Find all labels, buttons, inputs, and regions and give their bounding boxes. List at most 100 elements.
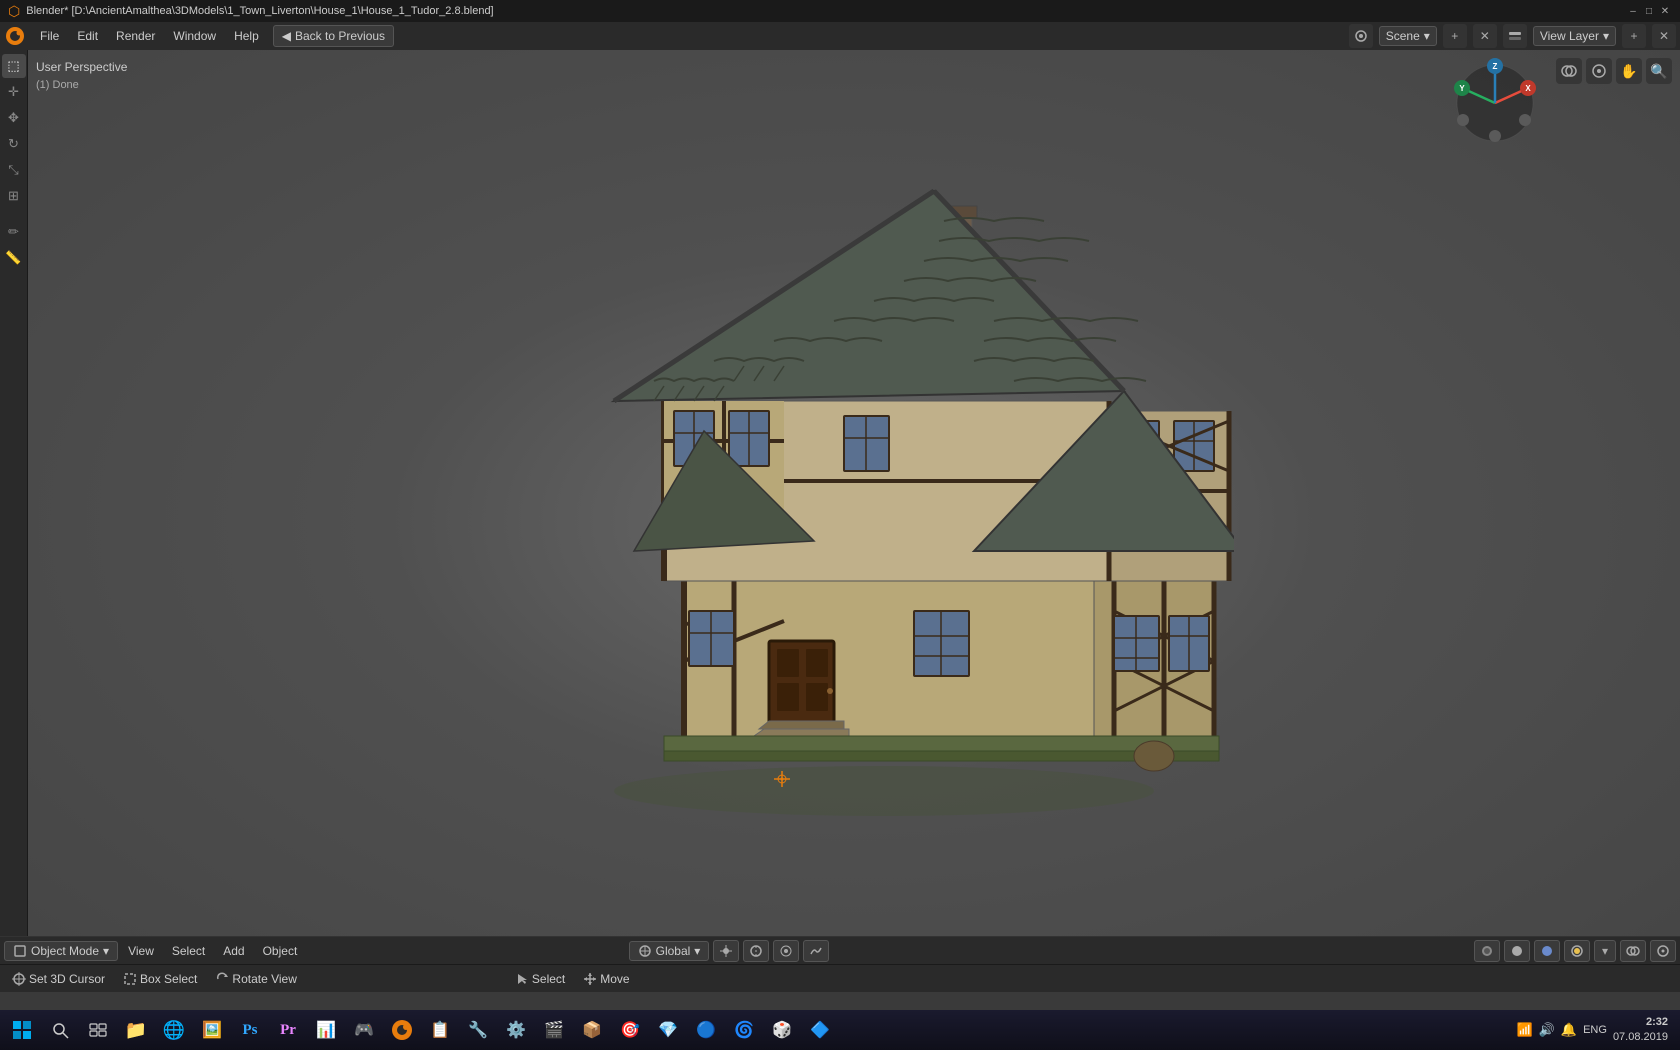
material-mode-btn[interactable] (1534, 940, 1560, 962)
move-tool-label: Move (600, 972, 629, 986)
taskbar-steam[interactable]: 🎮 (346, 1012, 382, 1048)
network-icon[interactable]: 📶 (1517, 1022, 1533, 1038)
solid-mode-btn[interactable] (1504, 940, 1530, 962)
viewport-shading-options[interactable]: ▾ (1594, 940, 1616, 962)
view-layer-remove-btn[interactable]: ✕ (1652, 24, 1676, 48)
windows-start-btn[interactable] (4, 1012, 40, 1048)
volume-icon[interactable]: 🔊 (1539, 1022, 1555, 1038)
taskbar-app9[interactable]: 📦 (574, 1012, 610, 1048)
back-to-previous-label: Back to Previous (295, 29, 385, 43)
taskbar-app3[interactable]: 📊 (308, 1012, 344, 1048)
render-preview-btn[interactable] (1474, 940, 1500, 962)
view-layer-selector[interactable]: View Layer ▾ (1533, 26, 1616, 46)
taskbar-app12[interactable]: 🔵 (688, 1012, 724, 1048)
taskbar-app1[interactable]: 🖼️ (194, 1012, 230, 1048)
menu-render[interactable]: Render (108, 26, 163, 46)
taskbar-app10[interactable]: 🎯 (612, 1012, 648, 1048)
view-label: User Perspective (1) Done (36, 58, 127, 95)
add-menu-btn[interactable]: Add (215, 942, 252, 960)
svg-text:Y: Y (1459, 84, 1465, 93)
nav-gizmo[interactable]: X Y Z (1450, 58, 1540, 148)
view-layer-label: View Layer (1540, 29, 1599, 43)
menu-help[interactable]: Help (226, 26, 267, 46)
view-layer-add-btn[interactable]: + (1622, 24, 1646, 48)
taskbar-app5[interactable]: 📋 (422, 1012, 458, 1048)
tool-group-left: Set 3D Cursor Box Select Rotate View (4, 970, 305, 988)
view-menu-btn[interactable]: View (120, 942, 162, 960)
taskbar-clock[interactable]: 2:32 07.08.2019 (1613, 1015, 1668, 1046)
menu-file[interactable]: File (32, 26, 67, 46)
gizmo-toggle-btn[interactable] (1650, 940, 1676, 962)
title-bar-controls: – □ ✕ (1626, 4, 1672, 18)
object-menu-btn[interactable]: Object (255, 942, 306, 960)
windows-taskbar: 📁 🌐 🖼️ Ps Pr 📊 🎮 📋 🔧 ⚙️ 🎬 📦 🎯 💎 🔵 🌀 🎲 🔷 … (0, 1010, 1680, 1050)
falloff-btn[interactable] (803, 940, 829, 962)
menu-window[interactable]: Window (165, 26, 224, 46)
global-transform-btn[interactable]: Global ▾ (629, 941, 710, 961)
transform-center: Global ▾ (629, 940, 830, 962)
scene-selector[interactable]: Scene ▾ (1379, 26, 1437, 46)
view-layer-icon-btn[interactable] (1503, 24, 1527, 48)
menu-bar: File Edit Render Window Help ◀ Back to P… (0, 22, 1680, 50)
taskbar-chrome[interactable]: 🌐 (156, 1012, 192, 1048)
select-menu-btn[interactable]: Select (164, 942, 213, 960)
select-box-tool[interactable]: ⬚ (2, 54, 26, 78)
viewport-gizmo-btn[interactable] (1586, 58, 1612, 84)
taskbar-ps[interactable]: Ps (232, 1012, 268, 1048)
bottom-header: Object Mode ▾ View Select Add Object Glo… (0, 936, 1680, 964)
blender-title-icon: ⬡ (8, 3, 20, 20)
scale-tool[interactable]: ⤡ (2, 158, 26, 182)
viewport-icons: ✋ 🔍 (1556, 58, 1672, 84)
windows-taskview-btn[interactable] (80, 1012, 116, 1048)
snap-btn[interactable] (743, 940, 769, 962)
minimize-button[interactable]: – (1626, 4, 1640, 18)
notification-icon[interactable]: 🔔 (1561, 1022, 1577, 1038)
set-cursor-tool-btn[interactable]: Set 3D Cursor (4, 970, 113, 988)
rotate-tool[interactable]: ↻ (2, 132, 26, 156)
taskbar-file-explorer[interactable]: 📁 (118, 1012, 154, 1048)
taskbar-premiere[interactable]: Pr (270, 1012, 306, 1048)
taskbar-app11[interactable]: 💎 (650, 1012, 686, 1048)
taskbar-app14[interactable]: 🎲 (764, 1012, 800, 1048)
transform-tool[interactable]: ⊞ (2, 184, 26, 208)
viewport-overlay-btn[interactable] (1556, 58, 1582, 84)
close-button[interactable]: ✕ (1658, 4, 1672, 18)
svg-text:X: X (1525, 84, 1531, 93)
taskbar-app8[interactable]: 🎬 (536, 1012, 572, 1048)
taskbar-app13[interactable]: 🌀 (726, 1012, 762, 1048)
taskbar-app6[interactable]: 🔧 (460, 1012, 496, 1048)
move-tool[interactable]: ✥ (2, 106, 26, 130)
viewport-search-btn[interactable]: 🔍 (1646, 58, 1672, 84)
move-tool-btn-center[interactable]: Move (575, 970, 637, 988)
object-mode-selector[interactable]: Object Mode ▾ (4, 941, 118, 961)
cursor-tool[interactable]: ✛ (2, 80, 26, 104)
scene-icon-btn[interactable] (1349, 24, 1373, 48)
box-select-tool-btn[interactable]: Box Select (115, 970, 205, 988)
maximize-button[interactable]: □ (1642, 4, 1656, 18)
perspective-label: User Perspective (36, 58, 127, 77)
back-to-previous-button[interactable]: ◀ Back to Previous (273, 25, 394, 47)
annotate-tool[interactable]: ✏ (2, 220, 26, 244)
scene-label: Scene (1386, 29, 1420, 43)
viewport-3d[interactable]: User Perspective (1) Done (28, 50, 1680, 992)
rotate-view-tool-btn[interactable]: Rotate View (207, 970, 304, 988)
proportional-edit-btn[interactable] (773, 940, 799, 962)
taskbar-app7[interactable]: ⚙️ (498, 1012, 534, 1048)
language-indicator[interactable]: ENG (1583, 1024, 1607, 1036)
viewport-hand-btn[interactable]: ✋ (1616, 58, 1642, 84)
menu-edit[interactable]: Edit (69, 26, 106, 46)
rotate-view-label: Rotate View (232, 972, 296, 986)
set-cursor-label: Set 3D Cursor (29, 972, 105, 986)
view-layer-dropdown-arrow: ▾ (1603, 29, 1609, 43)
rendered-mode-btn[interactable] (1564, 940, 1590, 962)
overlay-options-btn[interactable] (1620, 940, 1646, 962)
global-label: Global (656, 944, 691, 958)
select-tool-btn-center[interactable]: Select (507, 970, 573, 988)
measure-tool[interactable]: 📏 (2, 246, 26, 270)
scene-add-btn[interactable]: + (1443, 24, 1467, 48)
scene-remove-btn[interactable]: ✕ (1473, 24, 1497, 48)
taskbar-app15[interactable]: 🔷 (802, 1012, 838, 1048)
pivot-point-btn[interactable] (713, 940, 739, 962)
windows-search-btn[interactable] (42, 1012, 78, 1048)
taskbar-blender[interactable] (384, 1012, 420, 1048)
